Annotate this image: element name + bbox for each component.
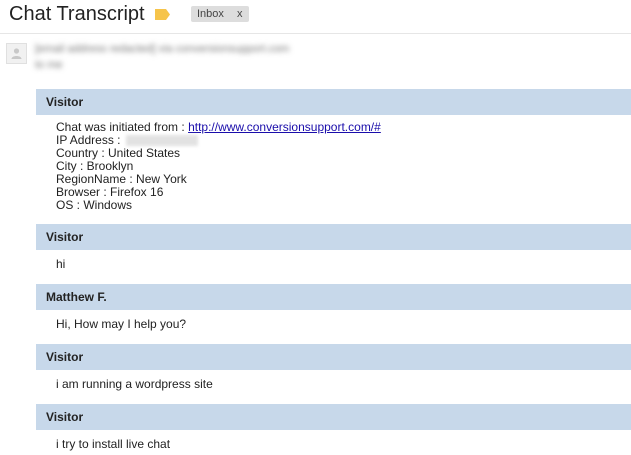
header-divider (0, 33, 631, 34)
ip-redacted (125, 135, 198, 147)
message-speaker: Visitor (36, 89, 631, 115)
message-speaker: Visitor (36, 344, 631, 370)
remove-label-button[interactable]: x (237, 6, 243, 22)
info-initiated: Chat was initiated from : http://www.con… (56, 121, 631, 134)
message-speaker: Visitor (36, 404, 631, 430)
sender-line: [email address redacted] via conversions… (35, 43, 290, 55)
info-ip: IP Address : (56, 134, 631, 147)
inbox-label-chip: Inbox x (191, 6, 249, 22)
message-speaker: Visitor (36, 224, 631, 250)
message-speaker: Matthew F. (36, 284, 631, 310)
person-icon (11, 48, 22, 59)
recipient-line: to me (35, 59, 63, 71)
info-os: OS : Windows (56, 198, 133, 212)
info-country: Country : United States (56, 146, 181, 160)
visitor-info-block: Chat was initiated from : http://www.con… (36, 115, 631, 224)
email-header: Chat Transcript Inbox x (0, 0, 631, 30)
email-subject: Chat Transcript (9, 3, 145, 25)
email-view: Chat Transcript Inbox x [email address r… (0, 0, 631, 455)
initiated-url-link[interactable]: http://www.conversionsupport.com/# (188, 120, 381, 134)
sender-details-redacted: [email address redacted] via conversions… (35, 41, 620, 77)
info-browser: Browser : Firefox 16 (56, 185, 164, 199)
chat-transcript: Visitor Chat was initiated from : http:/… (36, 89, 631, 455)
info-initiated-label: Chat was initiated from : (56, 120, 189, 134)
message-text: hi (56, 257, 66, 271)
info-ip-label: IP Address : (56, 133, 124, 147)
inbox-label-text: Inbox (197, 8, 224, 20)
message-text: i try to install live chat (56, 437, 171, 451)
message-text: i am running a wordpress site (56, 377, 213, 391)
sender-avatar (6, 43, 27, 64)
message-text: Hi, How may I help you? (56, 317, 187, 331)
label-tag-icon[interactable] (155, 9, 170, 20)
